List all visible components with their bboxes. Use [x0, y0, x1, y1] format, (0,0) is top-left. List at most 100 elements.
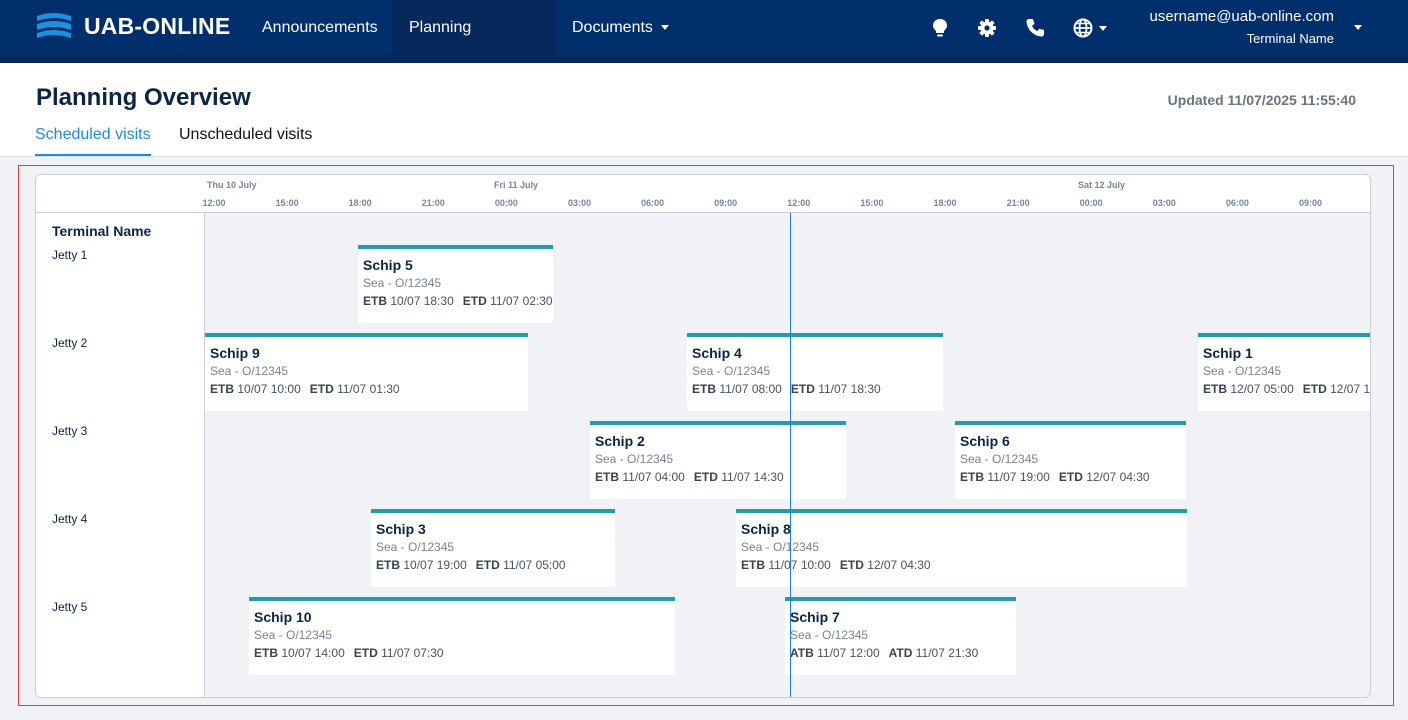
departure-time: 12/07 04:30 — [1086, 470, 1150, 484]
jetty-labels-column: Terminal Name Jetty 1 Jetty 2 Jetty 3 Je… — [36, 213, 205, 697]
ship-times: ETB 11/07 19:00 ETD 12/07 04:30 — [960, 468, 1186, 486]
berth-time: 11/07 19:00 — [987, 470, 1050, 484]
jetty-2-label: Jetty 2 — [52, 336, 88, 350]
tick-label: 18:00 — [933, 198, 957, 208]
berth-label: ETB — [595, 470, 619, 484]
navbar-underline — [0, 55, 1408, 63]
ship-voyage: Sea - O/12345 — [741, 540, 820, 554]
berth-label: ETB — [376, 558, 400, 572]
ship-voyage: Sea - O/12345 — [692, 364, 771, 378]
ship-voyage: Sea - O/12345 — [376, 540, 455, 554]
ship-times: ETB 11/07 08:00 ETD 11/07 18:30 — [692, 380, 943, 398]
tick-label: 09:00 — [1298, 198, 1323, 208]
globe-icon — [1073, 18, 1093, 38]
ship-name: Schip 6 — [960, 433, 1010, 449]
ship-card-schip-5[interactable]: Schip 5 Sea - O/12345 ETB 10/07 18:30 ETD… — [358, 245, 553, 323]
tick-label: 03:00 — [1152, 198, 1176, 208]
user-email[interactable]: username@uab-online.com — [1150, 8, 1335, 25]
nav-documents[interactable]: Documents — [556, 0, 685, 56]
terminal-name-label: Terminal Name — [52, 223, 152, 239]
tick-label: 15:00 — [860, 198, 884, 208]
planning-timeline[interactable]: Thu 10 July Fri 11 July Sat 12 July 12:0… — [35, 174, 1371, 698]
berth-label: ETB — [1203, 382, 1227, 396]
ship-name: Schip 4 — [692, 345, 742, 361]
ship-times: ETB 11/07 10:00 ETD 12/07 04:30 — [741, 556, 1187, 574]
ship-times: ETB 10/07 19:00 ETD 11/07 05:00 — [376, 556, 615, 574]
ship-name: Schip 1 — [1203, 345, 1253, 361]
departure-time: 12/07 14:00 — [1330, 382, 1371, 396]
ship-voyage: Sea - O/12345 — [595, 452, 674, 466]
berth-time: 11/07 12:00 — [817, 646, 880, 660]
berth-time: 12/07 05:00 — [1230, 382, 1294, 396]
berth-label: ETB — [210, 382, 234, 396]
berth-label: ETB — [254, 646, 278, 660]
lightbulb-icon[interactable] — [929, 17, 951, 39]
ship-name: Schip 7 — [790, 609, 840, 625]
tick-label: 06:00 — [641, 198, 665, 208]
ship-name: Schip 8 — [741, 521, 791, 537]
ship-name: Schip 2 — [595, 433, 645, 449]
departure-time: 11/07 18:30 — [818, 382, 881, 396]
nav-announcements[interactable]: Announcements — [246, 0, 394, 56]
user-terminal-name[interactable]: Terminal Name — [1247, 31, 1334, 46]
departure-label: ETD — [1058, 470, 1083, 484]
departure-label: ETD — [790, 382, 815, 396]
berth-time: 11/07 04:00 — [622, 470, 685, 484]
ship-times: ETB 12/07 05:00 ETD 12/07 14:00 — [1203, 380, 1371, 398]
chevron-down-icon — [660, 25, 669, 31]
berth-label: ETB — [741, 558, 765, 572]
ship-card-schip-1[interactable]: Schip 1 Sea - O/12345 ETB 12/07 05:00 ETD… — [1198, 333, 1371, 411]
berth-label: ETB — [960, 470, 984, 484]
ship-voyage: Sea - O/12345 — [790, 628, 869, 642]
departure-time: 11/07 01:30 — [337, 382, 400, 396]
brand-name[interactable]: UAB-ONLINE — [84, 13, 230, 40]
berth-time: 10/07 10:00 — [237, 382, 301, 396]
tick-label: 03:00 — [567, 198, 592, 208]
ship-card-schip-4[interactable]: Schip 4 Sea - O/12345 ETB 11/07 08:00 ETD… — [687, 333, 943, 411]
ship-card-schip-3[interactable]: Schip 3 Sea - O/12345 ETB 10/07 19:00 ETD… — [371, 509, 615, 587]
departure-label: ETD — [839, 558, 864, 572]
ship-times: ETB 11/07 04:00 ETD 11/07 14:30 — [595, 468, 846, 486]
ship-card-schip-9[interactable]: Schip 9 Sea - O/12345 ETB 10/07 10:00 ETD… — [205, 333, 528, 411]
ship-voyage: Sea - O/12345 — [210, 364, 289, 378]
departure-label: ETD — [693, 470, 718, 484]
tick-label: 00:00 — [1079, 198, 1103, 208]
departure-time: 11/07 02:30 — [490, 294, 553, 308]
uab-logo-icon[interactable] — [36, 12, 72, 42]
departure-label: ATD — [888, 646, 913, 660]
ship-times: ETB 10/07 18:30 ETD 11/07 02:30 — [363, 292, 553, 310]
day-label: Thu 10 July — [207, 180, 257, 190]
ship-card-schip-7[interactable]: Schip 7 Sea - O/12345 ATB 11/07 12:00 ATD… — [785, 597, 1016, 675]
phone-icon[interactable] — [1024, 17, 1046, 39]
tick-label: 00:00 — [494, 198, 518, 208]
page-title: Planning Overview — [36, 84, 251, 111]
ship-voyage: Sea - O/12345 — [363, 276, 442, 290]
ship-name: Schip 9 — [210, 345, 260, 361]
departure-time: 11/07 14:30 — [721, 470, 784, 484]
ship-times: ATB 11/07 12:00 ATD 11/07 21:30 — [790, 644, 1016, 662]
jetty-1-label: Jetty 1 — [52, 248, 88, 262]
berth-time: 11/07 08:00 — [719, 382, 782, 396]
updated-timestamp: Updated 11/07/2025 11:55:40 — [1167, 92, 1356, 108]
ship-card-schip-2[interactable]: Schip 2 Sea - O/12345 ETB 11/07 04:00 ETD… — [590, 421, 846, 499]
timeline-chart-area[interactable]: Schip 5 Sea - O/12345 ETB 10/07 18:30 ETD… — [205, 213, 1371, 697]
departure-label: ETD — [462, 294, 487, 308]
language-selector[interactable] — [1072, 17, 1112, 39]
user-menu-chevron-icon[interactable] — [1354, 25, 1362, 30]
departure-time: 11/07 07:30 — [381, 646, 444, 660]
gear-icon[interactable] — [976, 17, 998, 39]
tick-label: 18:00 — [348, 198, 372, 208]
ship-card-schip-6[interactable]: Schip 6 Sea - O/12345 ETB 11/07 19:00 ETD… — [955, 421, 1186, 499]
berth-time: 10/07 14:00 — [281, 646, 345, 660]
ship-times: ETB 10/07 14:00 ETD 11/07 07:30 — [254, 644, 675, 662]
tab-unscheduled-visits[interactable]: Unscheduled visits — [179, 126, 312, 157]
departure-label: ETD — [1302, 382, 1327, 396]
jetty-5-label: Jetty 5 — [52, 600, 88, 614]
ship-card-schip-10[interactable]: Schip 10 Sea - O/12345 ETB 10/07 14:00 ET… — [249, 597, 675, 675]
tick-label: 21:00 — [1006, 198, 1030, 208]
ship-card-schip-8[interactable]: Schip 8 Sea - O/12345 ETB 11/07 10:00 ETD… — [736, 509, 1187, 587]
tick-label: 12:00 — [787, 198, 811, 208]
nav-planning-overview[interactable]: Planning Overview — [393, 0, 556, 92]
tab-scheduled-visits[interactable]: Scheduled visits — [35, 126, 151, 157]
berth-label: ATB — [790, 646, 814, 660]
